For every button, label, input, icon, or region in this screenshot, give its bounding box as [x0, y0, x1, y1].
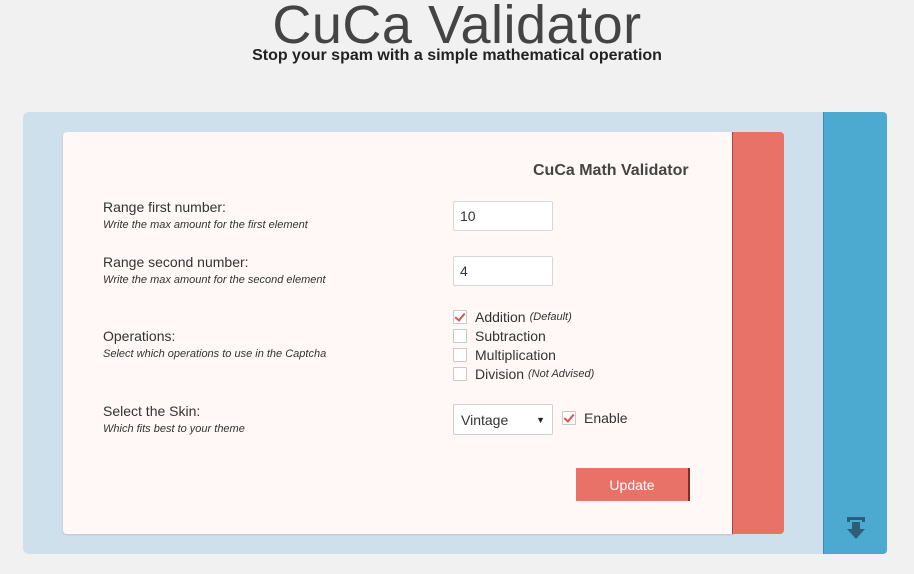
addition-label: Addition: [475, 309, 526, 325]
range-first-label: Range first number:: [103, 199, 226, 215]
skin-hint: Which fits best to your theme: [103, 423, 245, 435]
range-first-hint: Write the max amount for the first eleme…: [103, 219, 308, 231]
skin-label: Select the Skin:: [103, 403, 201, 419]
range-second-label: Range second number:: [103, 254, 249, 270]
multiplication-label: Multiplication: [475, 347, 556, 363]
addition-checkbox[interactable]: [453, 310, 467, 324]
range-second-hint: Write the max amount for the second elem…: [103, 274, 326, 286]
division-label: Division: [475, 366, 525, 382]
range-second-input[interactable]: [453, 256, 553, 286]
operation-addition[interactable]: Addition (Default): [453, 308, 572, 326]
sidebar-strip: [823, 112, 887, 554]
subtraction-checkbox[interactable]: [453, 329, 467, 343]
multiplication-checkbox[interactable]: [453, 348, 467, 362]
page-subtitle: Stop your spam with a simple mathematica…: [252, 47, 662, 64]
division-checkbox[interactable]: [453, 367, 467, 381]
dropdown-arrow-icon: ▼: [536, 414, 545, 425]
skin-selected-value: Vintage: [461, 411, 509, 428]
card-title: CuCa Math Validator: [533, 162, 689, 179]
operations-label: Operations:: [103, 328, 176, 344]
enable-checkbox[interactable]: [562, 411, 576, 425]
skin-enable-toggle[interactable]: Enable: [562, 410, 628, 426]
range-first-input[interactable]: [453, 201, 553, 231]
division-note: (Not Advised): [528, 368, 595, 380]
operation-division[interactable]: Division (Not Advised): [453, 365, 594, 383]
operation-subtraction[interactable]: Subtraction: [453, 327, 546, 345]
subtraction-label: Subtraction: [475, 328, 546, 344]
addition-note: (Default): [529, 311, 572, 323]
operations-hint: Select which operations to use in the Ca…: [103, 348, 327, 360]
download-arrow-icon[interactable]: [844, 514, 868, 540]
operation-multiplication[interactable]: Multiplication: [453, 346, 556, 364]
enable-label: Enable: [584, 410, 628, 426]
card-side-strip: [732, 132, 784, 534]
skin-select[interactable]: Vintage ▼: [453, 404, 553, 435]
update-button[interactable]: Update: [576, 468, 690, 501]
